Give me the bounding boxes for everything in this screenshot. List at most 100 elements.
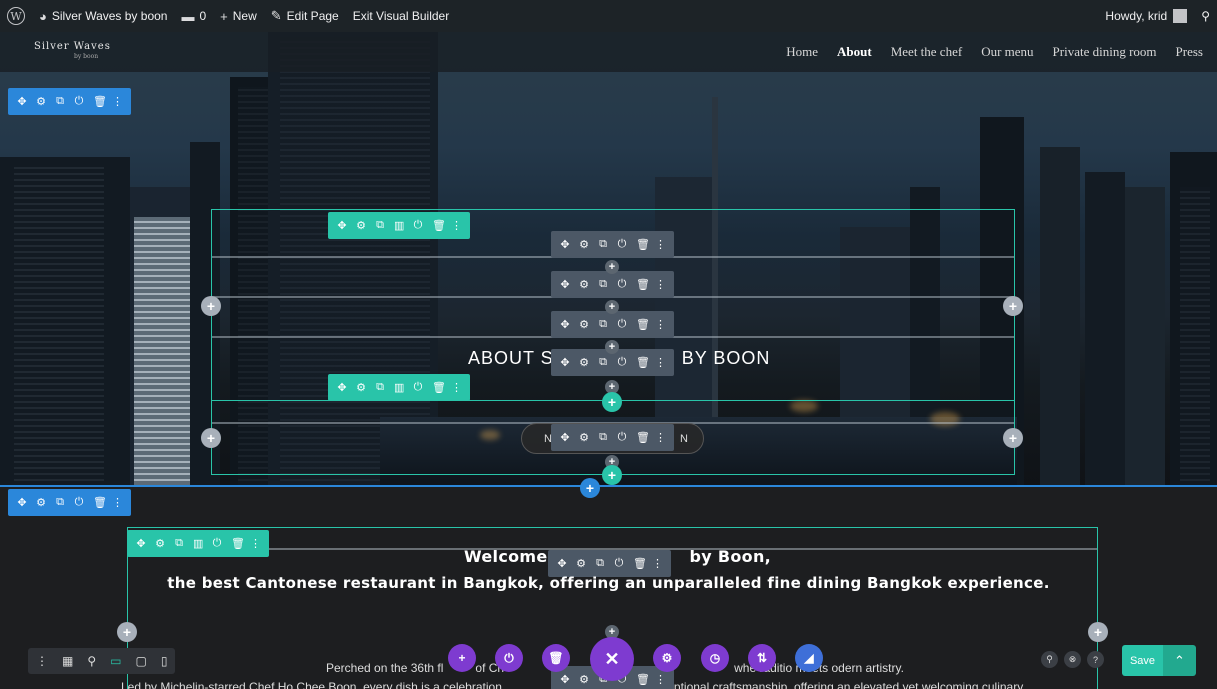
nav-private-dining-room[interactable]: Private dining room (1053, 44, 1157, 60)
move-icon[interactable]: ✥ (17, 496, 27, 509)
move-icon[interactable]: ✥ (560, 356, 570, 369)
gear-icon[interactable]: ⚙ (576, 557, 586, 570)
add-module-button[interactable]: + (605, 340, 619, 354)
add-module-button[interactable]: + (605, 260, 619, 274)
gear-icon[interactable]: ⚙ (579, 318, 589, 331)
layers-icon[interactable]: ⊗ (1064, 651, 1081, 668)
add-column-left-button[interactable]: + (117, 622, 137, 642)
power-icon[interactable]: ⏻ (212, 537, 222, 550)
power-icon[interactable]: ⏻ (617, 318, 627, 331)
power-icon[interactable]: ⏻ (617, 238, 627, 251)
search-icon[interactable]: ⚲ (1041, 651, 1058, 668)
comments-link[interactable]: ▬ 0 (174, 0, 213, 32)
more-icon[interactable]: ⋮ (655, 356, 666, 369)
more-icon[interactable]: ⋮ (655, 431, 666, 444)
trash-icon[interactable]: 🗑 (231, 537, 245, 550)
gear-icon[interactable]: ⚙ (36, 496, 46, 509)
add-column-right-button[interactable]: + (1003, 296, 1023, 316)
gear-icon[interactable]: ⚙ (579, 356, 589, 369)
duplicate-icon[interactable]: ⧉ (55, 95, 65, 108)
columns-icon[interactable]: ▥ (193, 537, 203, 550)
nav-press[interactable]: Press (1176, 44, 1203, 60)
gear-icon[interactable]: ⚙ (356, 219, 366, 232)
power-icon[interactable]: ⏻ (614, 557, 624, 570)
move-icon[interactable]: ✥ (136, 537, 146, 550)
duplicate-icon[interactable]: ⧉ (595, 557, 605, 570)
add-column-left-button[interactable]: + (201, 428, 221, 448)
move-icon[interactable]: ✥ (560, 238, 570, 251)
trash-icon[interactable]: 🗑 (636, 238, 650, 251)
close-builder-button[interactable]: ✕ (590, 637, 634, 681)
more-icon[interactable]: ⋮ (655, 673, 666, 686)
page-settings-button[interactable]: ⚙ (653, 644, 681, 672)
admin-search-button[interactable]: ⚲ (1194, 0, 1217, 32)
trash-icon[interactable]: 🗑 (636, 278, 650, 291)
duplicate-icon[interactable]: ⧉ (55, 496, 65, 509)
duplicate-icon[interactable]: ⧉ (174, 537, 184, 550)
gear-icon[interactable]: ⚙ (579, 238, 589, 251)
nav-meet-the-chef[interactable]: Meet the chef (891, 44, 962, 60)
nav-home[interactable]: Home (786, 44, 818, 60)
gear-icon[interactable]: ⚙ (579, 673, 589, 686)
power-icon[interactable]: ⏻ (617, 431, 627, 444)
trash-icon[interactable]: 🗑 (636, 673, 650, 686)
exit-visual-builder-link[interactable]: Exit Visual Builder (346, 0, 457, 32)
more-icon[interactable]: ⋮ (652, 557, 663, 570)
more-icon[interactable]: ⋮ (112, 496, 123, 509)
ai-button[interactable]: ◢ (795, 644, 823, 672)
phone-view-icon[interactable]: ▯ (161, 654, 168, 668)
portability-button[interactable]: ⇅ (748, 644, 776, 672)
trash-icon[interactable]: 🗑 (636, 356, 650, 369)
move-icon[interactable]: ✥ (557, 557, 567, 570)
trash-icon[interactable]: 🗑 (93, 496, 107, 509)
trash-icon[interactable]: 🗑 (93, 95, 107, 108)
zoom-icon[interactable]: ⚲ (87, 654, 96, 668)
gear-icon[interactable]: ⚙ (579, 431, 589, 444)
gear-icon[interactable]: ⚙ (155, 537, 165, 550)
power-icon[interactable]: ⏻ (617, 278, 627, 291)
move-icon[interactable]: ✥ (560, 673, 570, 686)
more-icon[interactable]: ⋮ (451, 381, 462, 394)
more-icon[interactable]: ⋮ (655, 278, 666, 291)
wireframe-icon[interactable]: ▦ (62, 654, 73, 668)
duplicate-icon[interactable]: ⧉ (598, 278, 608, 291)
move-icon[interactable]: ✥ (560, 431, 570, 444)
columns-icon[interactable]: ▥ (394, 381, 404, 394)
more-icon[interactable]: ⋮ (655, 238, 666, 251)
move-icon[interactable]: ✥ (337, 381, 347, 394)
delete-button[interactable]: 🗑 (542, 644, 570, 672)
more-icon[interactable]: ⋮ (451, 219, 462, 232)
duplicate-icon[interactable]: ⧉ (598, 318, 608, 331)
add-column-left-button[interactable]: + (201, 296, 221, 316)
trash-icon[interactable]: 🗑 (432, 219, 446, 232)
account-menu[interactable]: Howdy, krid (1098, 0, 1194, 32)
add-button[interactable]: + (448, 644, 476, 672)
save-options-button[interactable]: ⌃ (1163, 645, 1196, 676)
power-icon[interactable]: ⏻ (74, 95, 84, 108)
duplicate-icon[interactable]: ⧉ (598, 238, 608, 251)
trash-icon[interactable]: 🗑 (633, 557, 647, 570)
trash-icon[interactable]: 🗑 (432, 381, 446, 394)
site-name-link[interactable]: ◕ Silver Waves by boon (32, 0, 174, 32)
gear-icon[interactable]: ⚙ (356, 381, 366, 394)
gear-icon[interactable]: ⚙ (579, 278, 589, 291)
add-module-button[interactable]: + (605, 300, 619, 314)
wp-logo-menu[interactable]: W (0, 0, 32, 32)
gear-icon[interactable]: ⚙ (36, 95, 46, 108)
move-icon[interactable]: ✥ (560, 278, 570, 291)
columns-icon[interactable]: ▥ (394, 219, 404, 232)
add-row-button[interactable]: + (602, 392, 622, 412)
add-section-button[interactable]: + (580, 478, 600, 498)
move-icon[interactable]: ✥ (17, 95, 27, 108)
duplicate-icon[interactable]: ⧉ (598, 431, 608, 444)
power-icon[interactable]: ⏻ (617, 356, 627, 369)
nav-about[interactable]: About (837, 44, 872, 60)
add-row-button[interactable]: + (602, 465, 622, 485)
site-logo[interactable]: Silver Waves by boon (34, 42, 111, 62)
add-column-right-button[interactable]: + (1088, 622, 1108, 642)
new-content-link[interactable]: + New (213, 0, 264, 32)
save-button[interactable]: Save (1122, 645, 1163, 676)
move-icon[interactable]: ✥ (560, 318, 570, 331)
power-icon[interactable]: ⏻ (413, 381, 423, 394)
trash-icon[interactable]: 🗑 (636, 318, 650, 331)
